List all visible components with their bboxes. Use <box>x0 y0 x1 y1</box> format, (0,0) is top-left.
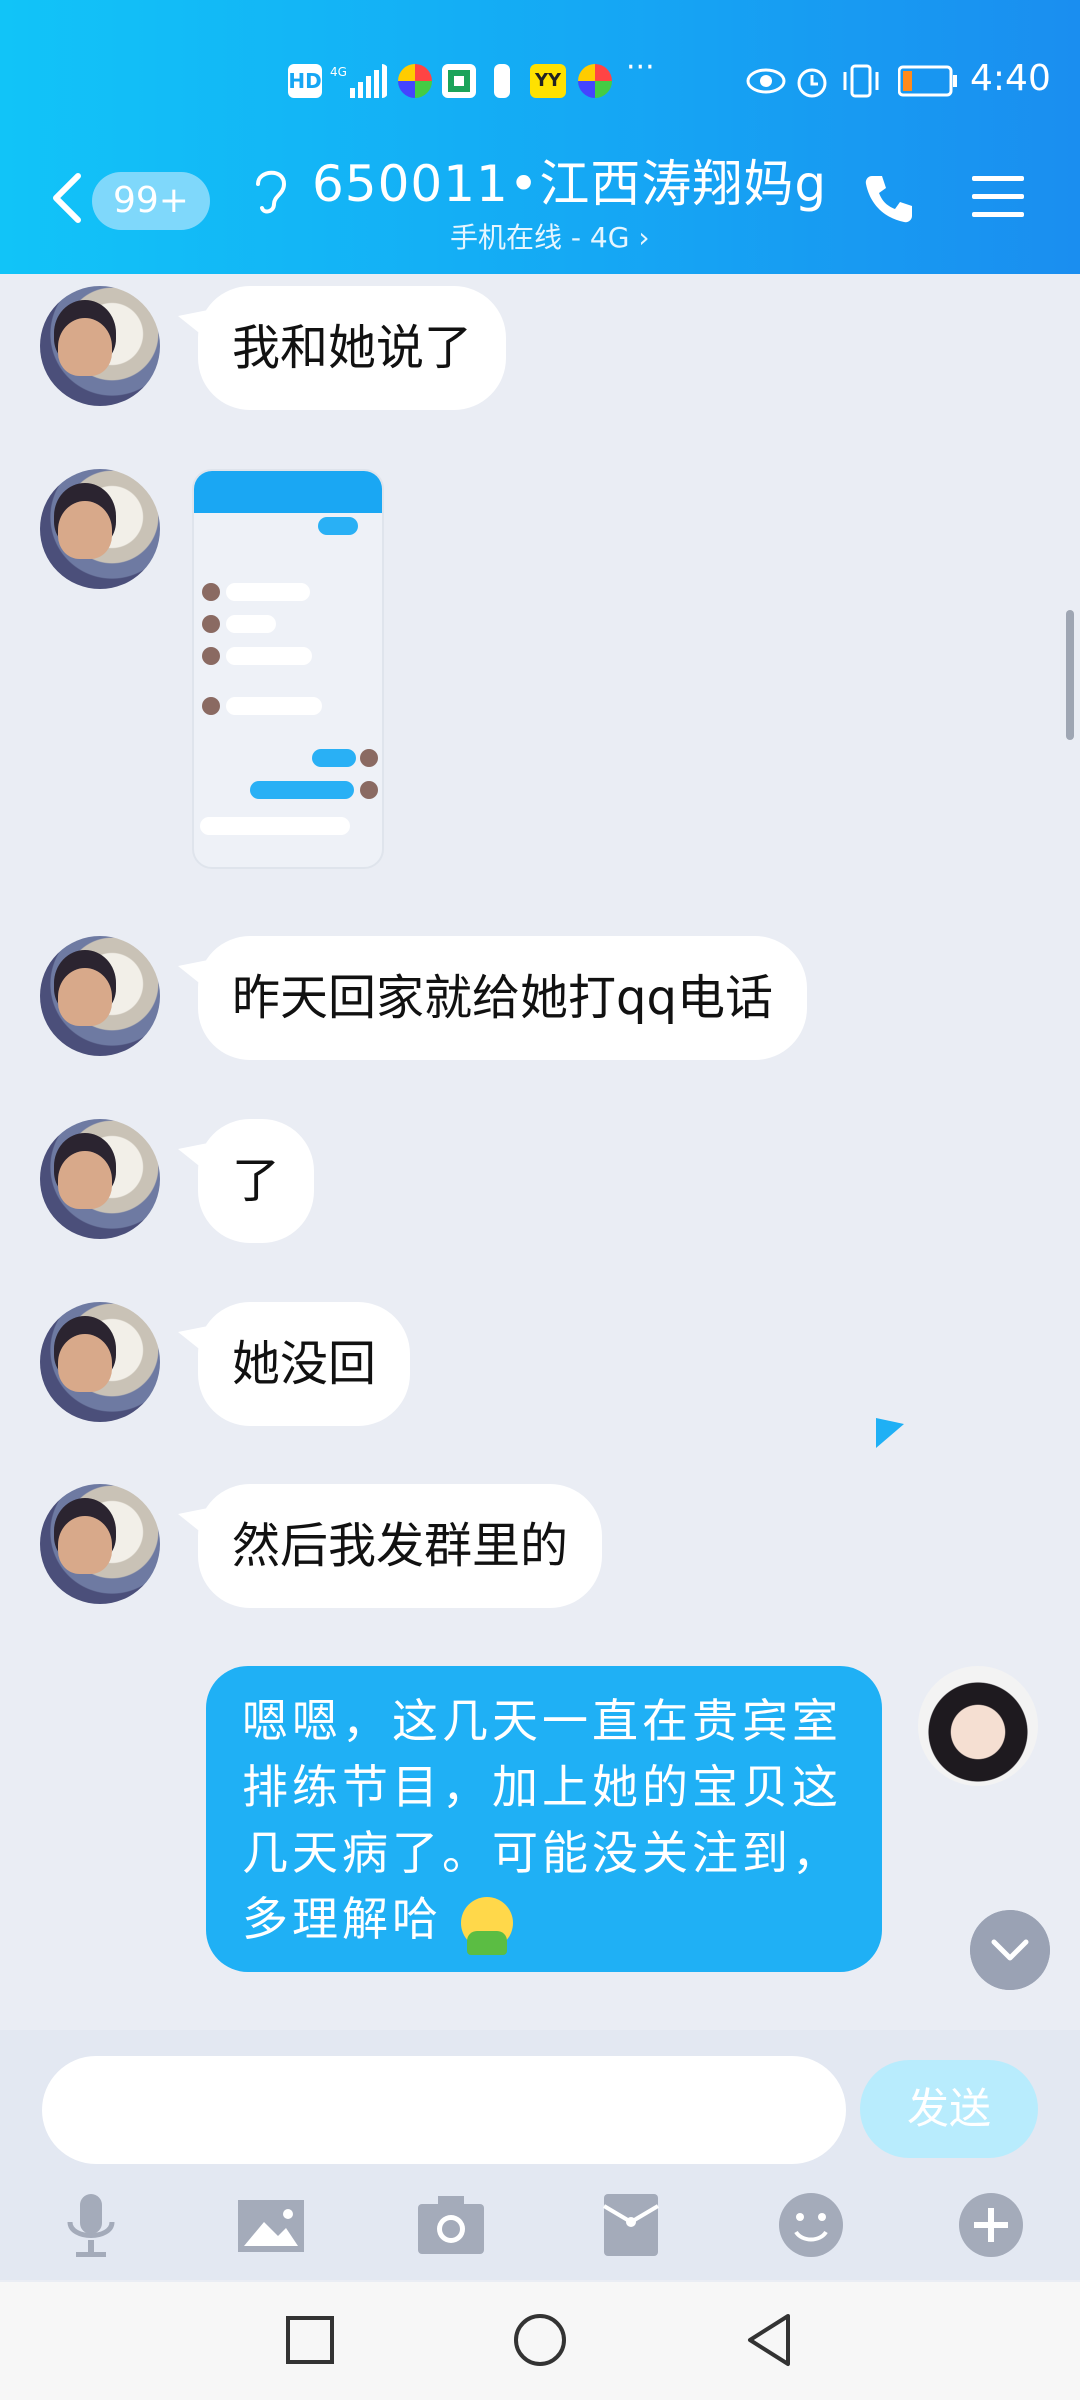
back-icon[interactable] <box>40 168 100 228</box>
avatar[interactable] <box>40 286 160 406</box>
message-bubble[interactable]: 我和她说了 <box>198 286 507 410</box>
chat-title[interactable]: 650011•江西涛翔妈g... <box>312 150 832 218</box>
message-bubble[interactable]: 昨天回家就给她打qq电话 <box>198 936 807 1060</box>
emoji-icon <box>460 1897 513 1955</box>
send-button[interactable]: 发送 <box>860 2060 1038 2158</box>
message-bubble[interactable]: 了 <box>198 1119 315 1243</box>
message-list[interactable]: 我和她说了 昨天回家就给她打qq电话 了 她没回 然后我发群里的 嗯嗯，这几天一… <box>0 274 1080 2029</box>
message-bubble[interactable]: 然后我发群里的 <box>198 1484 603 1608</box>
nav-bar: 99+ 650011•江西涛翔妈g... 手机在线 - 4G › <box>0 150 1080 260</box>
svg-text:4G: 4G <box>330 65 347 79</box>
scrollbar[interactable] <box>1066 610 1074 740</box>
battery-icon <box>898 65 957 97</box>
image-message[interactable] <box>192 469 384 869</box>
recent-apps-icon[interactable] <box>280 2310 340 2370</box>
online-status[interactable]: 手机在线 - 4G › <box>450 216 750 256</box>
my-avatar[interactable] <box>918 1666 1038 1786</box>
message-bubble[interactable]: 她没回 <box>198 1302 411 1426</box>
input-area: 发送 <box>0 2030 1080 2280</box>
message-input[interactable] <box>42 2056 846 2164</box>
hd-icon: HD <box>288 64 322 98</box>
avatar[interactable] <box>40 1484 160 1604</box>
mic-icon[interactable] <box>56 2190 126 2260</box>
yy-app-icon: YY <box>530 64 566 98</box>
app-notification-icon <box>398 64 432 98</box>
my-message-text: 嗯嗯，这几天一直在贵宾室排练节目，加上她的宝贝这几天病了。可能没关注到，多理解哈 <box>242 1694 842 1946</box>
plus-icon[interactable] <box>956 2190 1026 2260</box>
avatar[interactable] <box>40 1302 160 1422</box>
alarm-icon <box>797 68 827 98</box>
status-bar: HD 4G YY ··· 4:40 <box>0 50 1080 110</box>
menu-icon[interactable] <box>970 168 1026 224</box>
emoji-icon[interactable] <box>776 2190 846 2260</box>
avatar[interactable] <box>40 1119 160 1239</box>
eye-icon <box>746 68 786 94</box>
screenshot-thumbnail-header <box>194 471 382 513</box>
scroll-to-bottom-button[interactable] <box>970 1910 1050 1990</box>
chat-header: HD 4G YY ··· 4:40 99+ 650011•江西涛翔妈g... 手… <box>0 0 1080 274</box>
earpiece-mode-icon[interactable] <box>250 164 290 216</box>
back-nav-icon[interactable] <box>740 2310 800 2370</box>
app-notification-icon <box>578 64 612 98</box>
avatar[interactable] <box>40 936 160 1056</box>
phone-call-icon[interactable] <box>860 170 918 228</box>
image-icon[interactable] <box>236 2190 306 2260</box>
battery-saver-icon <box>494 64 510 98</box>
my-message-bubble[interactable]: 嗯嗯，这几天一直在贵宾室排练节目，加上她的宝贝这几天病了。可能没关注到，多理解哈 <box>206 1666 882 1972</box>
bubble-tail <box>876 1418 904 1448</box>
home-icon[interactable] <box>510 2310 570 2370</box>
unread-count-badge[interactable]: 99+ <box>92 172 210 230</box>
red-packet-icon[interactable] <box>596 2190 666 2260</box>
more-notifications-icon: ··· <box>626 50 655 85</box>
system-navigation-bar <box>0 2282 1080 2400</box>
clock-time: 4:40 <box>970 58 1051 99</box>
avatar[interactable] <box>40 469 160 589</box>
vibrate-icon <box>843 64 879 98</box>
app-notification-icon <box>442 64 476 98</box>
camera-icon[interactable] <box>416 2190 486 2260</box>
4g-signal-icon: 4G <box>330 64 387 98</box>
